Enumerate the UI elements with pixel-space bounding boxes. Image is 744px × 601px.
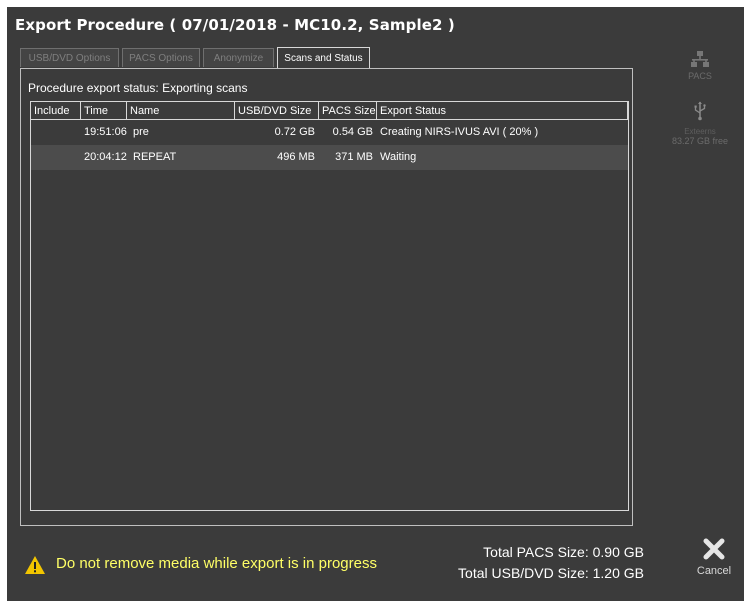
column-header-name[interactable]: Name	[127, 102, 235, 120]
tab-scans-and-status[interactable]: Scans and Status	[277, 47, 370, 68]
tab-pacs-options[interactable]: PACS Options	[122, 48, 200, 67]
usb-destination[interactable]: Exteerns 83.27 GB free	[656, 101, 744, 146]
pacs-label: PACS	[688, 71, 712, 81]
table-row[interactable]: 20:04:12 REPEAT 496 MB 371 MB Waiting	[31, 145, 628, 170]
time-cell: 20:04:12	[84, 151, 127, 163]
total-usb-dvd-size: Total USB/DVD Size: 1.20 GB	[458, 565, 644, 581]
cancel-button[interactable]: Cancel	[693, 538, 735, 577]
warning-message: Do not remove media while export is in p…	[56, 555, 377, 572]
totals-summary: Total PACS Size: 0.90 GB Total USB/DVD S…	[418, 542, 644, 584]
export-status-cell: Waiting	[380, 151, 417, 163]
scans-table: Include Time Name USB/DVD Size PACS Size…	[30, 101, 629, 511]
column-header-time[interactable]: Time	[81, 102, 127, 120]
pacs-destination[interactable]: PACS	[656, 50, 744, 81]
dialog-title: Export Procedure ( 07/01/2018 - MC10.2, …	[15, 16, 455, 34]
column-header-usb-dvd-size[interactable]: USB/DVD Size	[235, 102, 319, 120]
usb-icon	[694, 101, 706, 121]
usb-label: Exteerns	[684, 127, 716, 136]
warning-icon	[25, 556, 45, 574]
table-row[interactable]: 19:51:06 pre 0.72 GB 0.54 GB Creating NI…	[31, 120, 628, 145]
close-icon	[703, 538, 725, 560]
export-status-text: Procedure export status: Exporting scans	[28, 81, 248, 95]
scans-status-panel: Procedure export status: Exporting scans…	[20, 68, 633, 526]
time-cell: 19:51:06	[84, 126, 127, 138]
tab-usb-dvd-options[interactable]: USB/DVD Options	[20, 48, 119, 67]
usb-free-space: 83.27 GB free	[671, 136, 729, 146]
name-cell: pre	[133, 126, 149, 138]
pacs-size-cell: 371 MB	[335, 151, 373, 163]
usb-size-cell: 496 MB	[277, 151, 315, 163]
table-header: Include Time Name USB/DVD Size PACS Size…	[31, 102, 630, 120]
tab-anonymize[interactable]: Anonymize	[203, 48, 274, 67]
column-header-pacs-size[interactable]: PACS Size	[319, 102, 377, 120]
name-cell: REPEAT	[133, 151, 177, 163]
pacs-size-cell: 0.54 GB	[332, 126, 373, 138]
network-icon	[691, 51, 709, 67]
column-header-include[interactable]: Include	[31, 102, 81, 120]
total-pacs-size: Total PACS Size: 0.90 GB	[483, 544, 644, 560]
export-status-cell: Creating NIRS-IVUS AVI ( 20% )	[380, 126, 539, 138]
column-header-export-status[interactable]: Export Status	[377, 102, 628, 120]
cancel-label: Cancel	[696, 565, 732, 577]
usb-size-cell: 0.72 GB	[274, 126, 315, 138]
